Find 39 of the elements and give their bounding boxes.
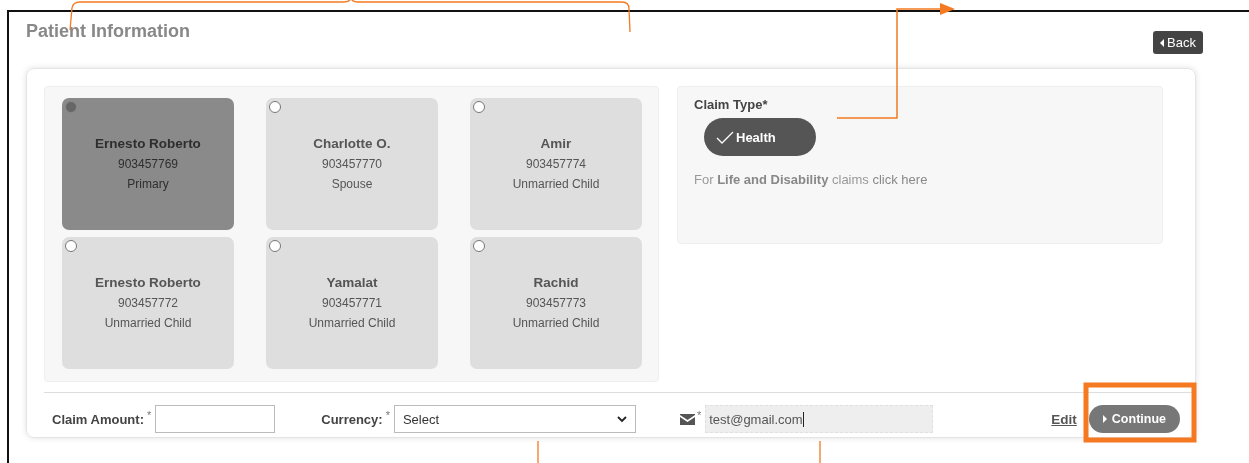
claim-type-label: Claim Type* xyxy=(694,97,768,112)
member-name: Ernesto Roberto xyxy=(95,275,201,290)
member-id: 903457771 xyxy=(321,296,383,310)
member-name: Amir xyxy=(540,136,572,151)
member-card[interactable]: Ernesto Roberto 903457769 Primary xyxy=(62,98,234,230)
required-mark: * xyxy=(385,409,390,421)
member-relation: Unmarried Child xyxy=(308,316,396,330)
member-relation: Unmarried Child xyxy=(512,316,600,330)
member-id: 903457769 xyxy=(117,157,179,171)
page-title: Patient Information xyxy=(26,21,190,42)
member-id: 903457770 xyxy=(321,157,383,171)
required-mark: * xyxy=(146,409,152,421)
member-relation: Primary xyxy=(127,177,169,191)
back-button[interactable]: Back xyxy=(1153,31,1203,54)
member-name: Rachid xyxy=(533,275,579,290)
member-name: Yamalat xyxy=(326,275,378,290)
edit-link[interactable]: Edit xyxy=(1051,411,1077,427)
currency-select[interactable]: Select xyxy=(393,405,636,433)
member-card[interactable]: Charlotte O. 903457770 Spouse xyxy=(266,98,438,230)
click-here-link[interactable]: click here xyxy=(872,172,928,187)
email-field[interactable]: test@gmail.com xyxy=(705,405,934,433)
claim-amount-label: Claim Amount: xyxy=(52,411,144,427)
continue-button[interactable]: Continue xyxy=(1088,405,1180,433)
member-card[interactable]: Ernesto Roberto 903457772 Unmarried Child xyxy=(62,237,234,369)
member-card[interactable]: Amir 903457774 Unmarried Child xyxy=(470,98,642,230)
currency-label: Currency: xyxy=(321,411,383,427)
member-relation: Unmarried Child xyxy=(104,316,192,330)
member-id: 903457772 xyxy=(117,296,179,310)
member-name: Ernesto Roberto xyxy=(95,136,201,151)
member-name: Charlotte O. xyxy=(313,136,391,151)
member-card[interactable]: Rachid 903457773 Unmarried Child xyxy=(470,237,642,369)
member-id: 903457774 xyxy=(525,157,587,171)
claim-note: For Life and Disability claims xyxy=(694,172,869,187)
claim-type-option[interactable]: Health xyxy=(704,118,816,156)
required-mark: * xyxy=(696,409,702,421)
member-relation: Spouse xyxy=(331,177,373,191)
member-relation: Unmarried Child xyxy=(512,177,600,191)
member-id: 903457773 xyxy=(525,296,587,310)
member-card[interactable]: Yamalat 903457771 Unmarried Child xyxy=(266,237,438,369)
